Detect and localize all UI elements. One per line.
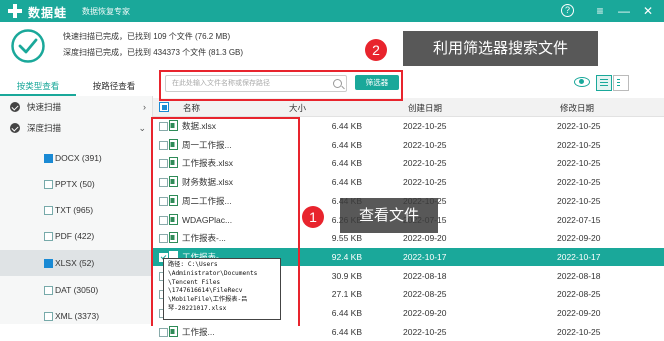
sidebar-item-label: XLSX (52) — [55, 258, 95, 268]
sidebar-item-label: DOCX (391) — [55, 153, 102, 163]
column-created[interactable]: 创建日期 — [408, 102, 442, 114]
sidebar-item-label: PDF (422) — [55, 231, 95, 241]
quick-scan-status: 快速扫描已完成，已找到 109 个文件 (76.2 MB) — [63, 32, 231, 41]
modified-date: 2022-10-25 — [557, 177, 601, 188]
sidebar-item-pptx[interactable]: PPTX (50) — [0, 171, 151, 197]
file-size: 27.1 KB — [331, 289, 362, 300]
modified-date: 2022-08-25 — [557, 289, 601, 300]
file-list-highlight-box — [151, 117, 300, 326]
modified-date: 2022-10-25 — [557, 195, 601, 206]
created-date: 2022-09-20 — [403, 308, 447, 318]
created-date: 2022-08-18 — [403, 270, 447, 281]
file-size: 6.44 KB — [331, 308, 362, 318]
row-checkbox[interactable] — [159, 327, 168, 337]
sidebar-item-dat[interactable]: DAT (3050) — [0, 277, 151, 303]
file-size: 6.44 KB — [331, 121, 362, 131]
file-size: 6.44 KB — [331, 177, 362, 188]
created-date: 2022-10-25 — [403, 121, 447, 131]
help-button[interactable]: ? — [561, 4, 574, 17]
modified-date: 2022-07-15 — [557, 214, 601, 225]
checkbox[interactable] — [44, 232, 53, 241]
checkbox[interactable] — [44, 286, 53, 295]
created-date: 2022-10-25 — [403, 326, 447, 337]
sidebar-item-xlsx[interactable]: XLSX (52) — [0, 250, 151, 276]
created-date: 2022-08-25 — [403, 289, 447, 300]
checkbox[interactable] — [44, 180, 53, 189]
callout-2-number: 2 — [365, 39, 387, 61]
file-size: 92.4 KB — [331, 251, 362, 262]
select-all-checkbox[interactable] — [159, 102, 169, 112]
modified-date: 2022-09-20 — [557, 233, 601, 244]
preview-eye-icon[interactable] — [574, 77, 590, 87]
checkbox[interactable] — [44, 206, 53, 215]
close-button[interactable]: ✕ — [640, 3, 656, 19]
file-size: 30.9 KB — [331, 270, 362, 281]
title-bar: 数据蛙 数据恢复专家 ? ≡ — ✕ — [0, 0, 664, 22]
checked-icon — [10, 102, 20, 112]
checkbox[interactable] — [44, 259, 53, 268]
app-subtitle: 数据恢复专家 — [82, 7, 130, 16]
checkbox[interactable] — [44, 154, 53, 163]
sidebar: 快速扫描 › 深度扫描 ⌄ DOCX (391) PPTX (50) TXT (… — [0, 96, 153, 324]
tab-by-type[interactable]: 按类型查看 — [0, 76, 76, 96]
modified-date: 2022-10-25 — [557, 158, 601, 169]
callout-2-label: 利用筛选器搜索文件 — [403, 31, 598, 66]
modified-date: 2022-09-20 — [557, 308, 601, 318]
sidebar-item-docx[interactable]: DOCX (391) — [0, 145, 151, 171]
modified-date: 2022-10-25 — [557, 326, 601, 337]
sidebar-item-label: TXT (965) — [55, 205, 94, 215]
file-size: 6.44 KB — [331, 326, 362, 337]
minimize-button[interactable]: — — [616, 3, 632, 19]
callout-1-number: 1 — [302, 206, 324, 228]
sidebar-item-label: DAT (3050) — [55, 285, 99, 295]
filter-highlight-box — [159, 70, 403, 101]
sidebar-group-label: 快速扫描 — [27, 102, 62, 112]
created-date: 2022-10-17 — [403, 251, 447, 262]
sidebar-group-deep-scan[interactable]: 深度扫描 ⌄ — [0, 118, 152, 138]
app-name: 数据蛙 — [28, 6, 68, 20]
sidebar-item-label: XML (3373) — [55, 311, 100, 321]
tab-by-path[interactable]: 按路径查看 — [76, 76, 152, 96]
sidebar-item-label: PPTX (50) — [55, 179, 95, 189]
excel-file-icon — [169, 325, 178, 337]
checked-icon — [10, 123, 20, 133]
modified-date: 2022-08-18 — [557, 270, 601, 281]
column-size[interactable]: 大小 — [289, 102, 306, 114]
modified-date: 2022-10-17 — [557, 251, 601, 262]
checkbox[interactable] — [44, 312, 53, 321]
detail-view-button[interactable] — [613, 75, 629, 91]
created-date: 2022-10-25 — [403, 177, 447, 188]
sidebar-item-txt[interactable]: TXT (965) — [0, 197, 151, 223]
menu-button[interactable]: ≡ — [592, 3, 608, 19]
deep-scan-status: 深度扫描已完成，已找到 434373 个文件 (81.3 GB) — [63, 48, 244, 57]
sidebar-group-quick-scan[interactable]: 快速扫描 › — [0, 97, 152, 117]
chevron-right-icon: › — [143, 102, 146, 112]
sidebar-group-label: 深度扫描 — [27, 123, 62, 133]
chevron-down-icon: ⌄ — [138, 123, 146, 133]
created-date: 2022-10-25 — [403, 139, 447, 150]
created-date: 2022-10-25 — [403, 158, 447, 169]
list-view-button[interactable] — [596, 75, 612, 91]
sidebar-item-pdf[interactable]: PDF (422) — [0, 223, 151, 249]
modified-date: 2022-10-25 — [557, 139, 601, 150]
scan-complete-icon — [11, 29, 45, 63]
view-mode-tabs: 按类型查看 按路径查看 — [0, 76, 152, 96]
app-logo-icon — [8, 4, 22, 18]
sidebar-item-xml[interactable]: XML (3373) — [0, 303, 151, 329]
file-size: 6.44 KB — [331, 158, 362, 169]
modified-date: 2022-10-25 — [557, 121, 601, 131]
file-size: 6.44 KB — [331, 139, 362, 150]
column-modified[interactable]: 修改日期 — [560, 102, 594, 114]
callout-1-label: 查看文件 — [340, 198, 438, 233]
column-name[interactable]: 名称 — [183, 102, 200, 114]
